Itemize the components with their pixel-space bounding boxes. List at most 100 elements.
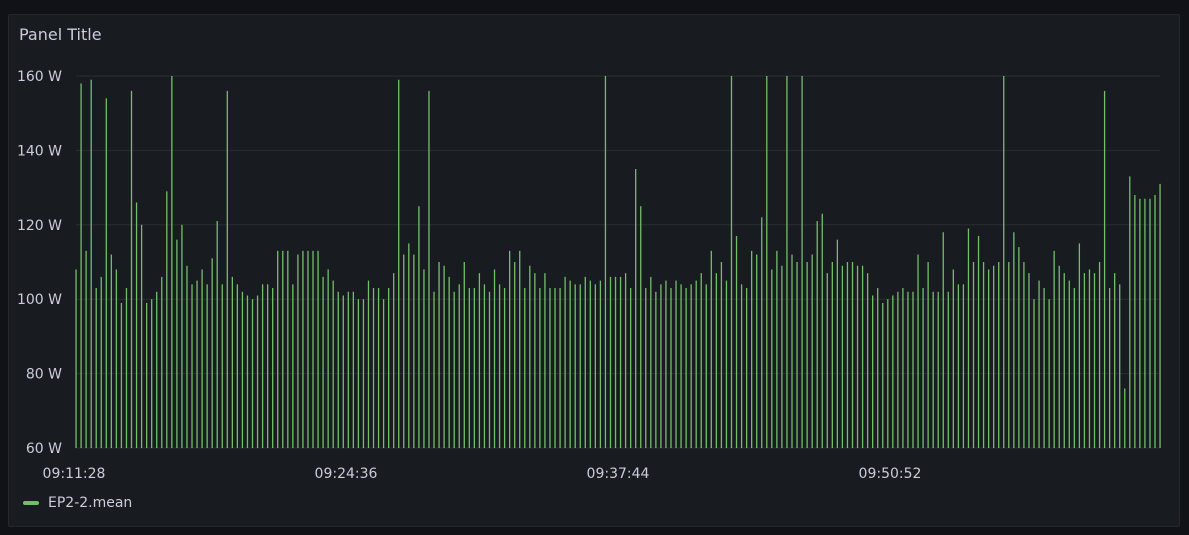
bar[interactable] [609, 276, 612, 448]
bar[interactable] [892, 295, 894, 448]
bar[interactable] [640, 206, 642, 448]
bar[interactable] [151, 299, 153, 448]
bar[interactable] [831, 262, 833, 448]
bar[interactable] [468, 288, 470, 448]
bar[interactable] [554, 288, 556, 448]
bar[interactable] [735, 235, 738, 448]
bar[interactable] [362, 299, 365, 448]
bar[interactable] [1078, 243, 1081, 448]
bar[interactable] [791, 254, 793, 448]
bar[interactable] [650, 276, 652, 448]
bar[interactable] [130, 90, 133, 448]
bar[interactable] [660, 284, 662, 448]
bar[interactable] [418, 206, 420, 448]
bar[interactable] [569, 280, 571, 448]
bar[interactable] [1038, 280, 1040, 448]
bar[interactable] [866, 273, 869, 448]
bar[interactable] [861, 265, 864, 448]
bar[interactable] [957, 284, 960, 448]
bar[interactable] [509, 250, 511, 448]
bar[interactable] [932, 291, 934, 448]
bar[interactable] [882, 302, 884, 448]
bar[interactable] [1028, 273, 1030, 448]
bar[interactable] [236, 284, 239, 448]
bar[interactable] [594, 284, 597, 448]
bar[interactable] [342, 295, 344, 448]
bar[interactable] [105, 98, 107, 448]
bar[interactable] [1048, 299, 1050, 448]
bar[interactable] [539, 288, 541, 448]
bar[interactable] [413, 254, 415, 448]
bar[interactable] [1154, 195, 1156, 448]
bar[interactable] [680, 284, 682, 448]
bar[interactable] [423, 269, 425, 448]
bar[interactable] [942, 232, 944, 448]
bar[interactable] [382, 299, 385, 448]
bar[interactable] [443, 265, 445, 448]
bar[interactable] [100, 276, 102, 448]
bar[interactable] [156, 291, 158, 448]
bar[interactable] [806, 262, 808, 448]
bar[interactable] [297, 254, 299, 448]
bar[interactable] [761, 217, 763, 448]
bar[interactable] [786, 76, 788, 448]
bar[interactable] [856, 265, 859, 448]
bar[interactable] [201, 269, 203, 448]
bar[interactable] [1083, 273, 1086, 448]
bar[interactable] [1119, 284, 1121, 448]
bar[interactable] [483, 284, 486, 448]
bar[interactable] [473, 288, 476, 448]
bar[interactable] [655, 291, 657, 448]
bar[interactable] [261, 284, 264, 448]
bar[interactable] [544, 273, 546, 448]
bar[interactable] [846, 262, 849, 448]
bar[interactable] [1073, 288, 1075, 448]
bar[interactable] [1058, 265, 1060, 448]
bar[interactable] [690, 284, 692, 448]
bar[interactable] [135, 202, 138, 448]
bar[interactable] [972, 262, 975, 448]
bar[interactable] [110, 254, 112, 448]
bar[interactable] [1063, 273, 1065, 448]
bar[interactable] [665, 280, 667, 448]
bar[interactable] [1134, 195, 1136, 448]
bar[interactable] [589, 280, 591, 448]
bar[interactable] [720, 262, 723, 448]
bar[interactable] [816, 221, 818, 448]
bar[interactable] [1149, 198, 1151, 448]
bar[interactable] [549, 288, 551, 448]
bar[interactable] [630, 288, 632, 448]
bar[interactable] [80, 83, 82, 448]
bar[interactable] [776, 250, 778, 448]
bar[interactable] [1114, 273, 1116, 448]
bar[interactable] [1098, 262, 1101, 448]
bar[interactable] [624, 273, 627, 448]
bar[interactable] [191, 284, 193, 448]
bar[interactable] [166, 191, 168, 448]
bar[interactable] [216, 221, 218, 448]
bar[interactable] [503, 288, 506, 448]
bar[interactable] [841, 265, 844, 448]
bar[interactable] [90, 79, 92, 448]
bar[interactable] [176, 239, 178, 448]
bar[interactable] [836, 239, 839, 448]
bar[interactable] [95, 288, 97, 448]
bar[interactable] [272, 288, 274, 448]
bar[interactable] [231, 276, 233, 448]
bar[interactable] [463, 262, 465, 448]
bar[interactable] [710, 250, 712, 448]
bar[interactable] [317, 250, 319, 448]
bar[interactable] [211, 258, 213, 448]
bar[interactable] [519, 250, 521, 448]
bar[interactable] [751, 250, 753, 448]
bar[interactable] [514, 262, 516, 448]
bar[interactable] [251, 299, 254, 448]
bar[interactable] [962, 284, 965, 448]
bar[interactable] [529, 265, 531, 448]
bar[interactable] [977, 235, 980, 448]
bar[interactable] [877, 288, 879, 448]
bar[interactable] [241, 291, 244, 448]
bar[interactable] [887, 299, 889, 448]
bar[interactable] [332, 280, 334, 448]
bar[interactable] [453, 291, 455, 448]
